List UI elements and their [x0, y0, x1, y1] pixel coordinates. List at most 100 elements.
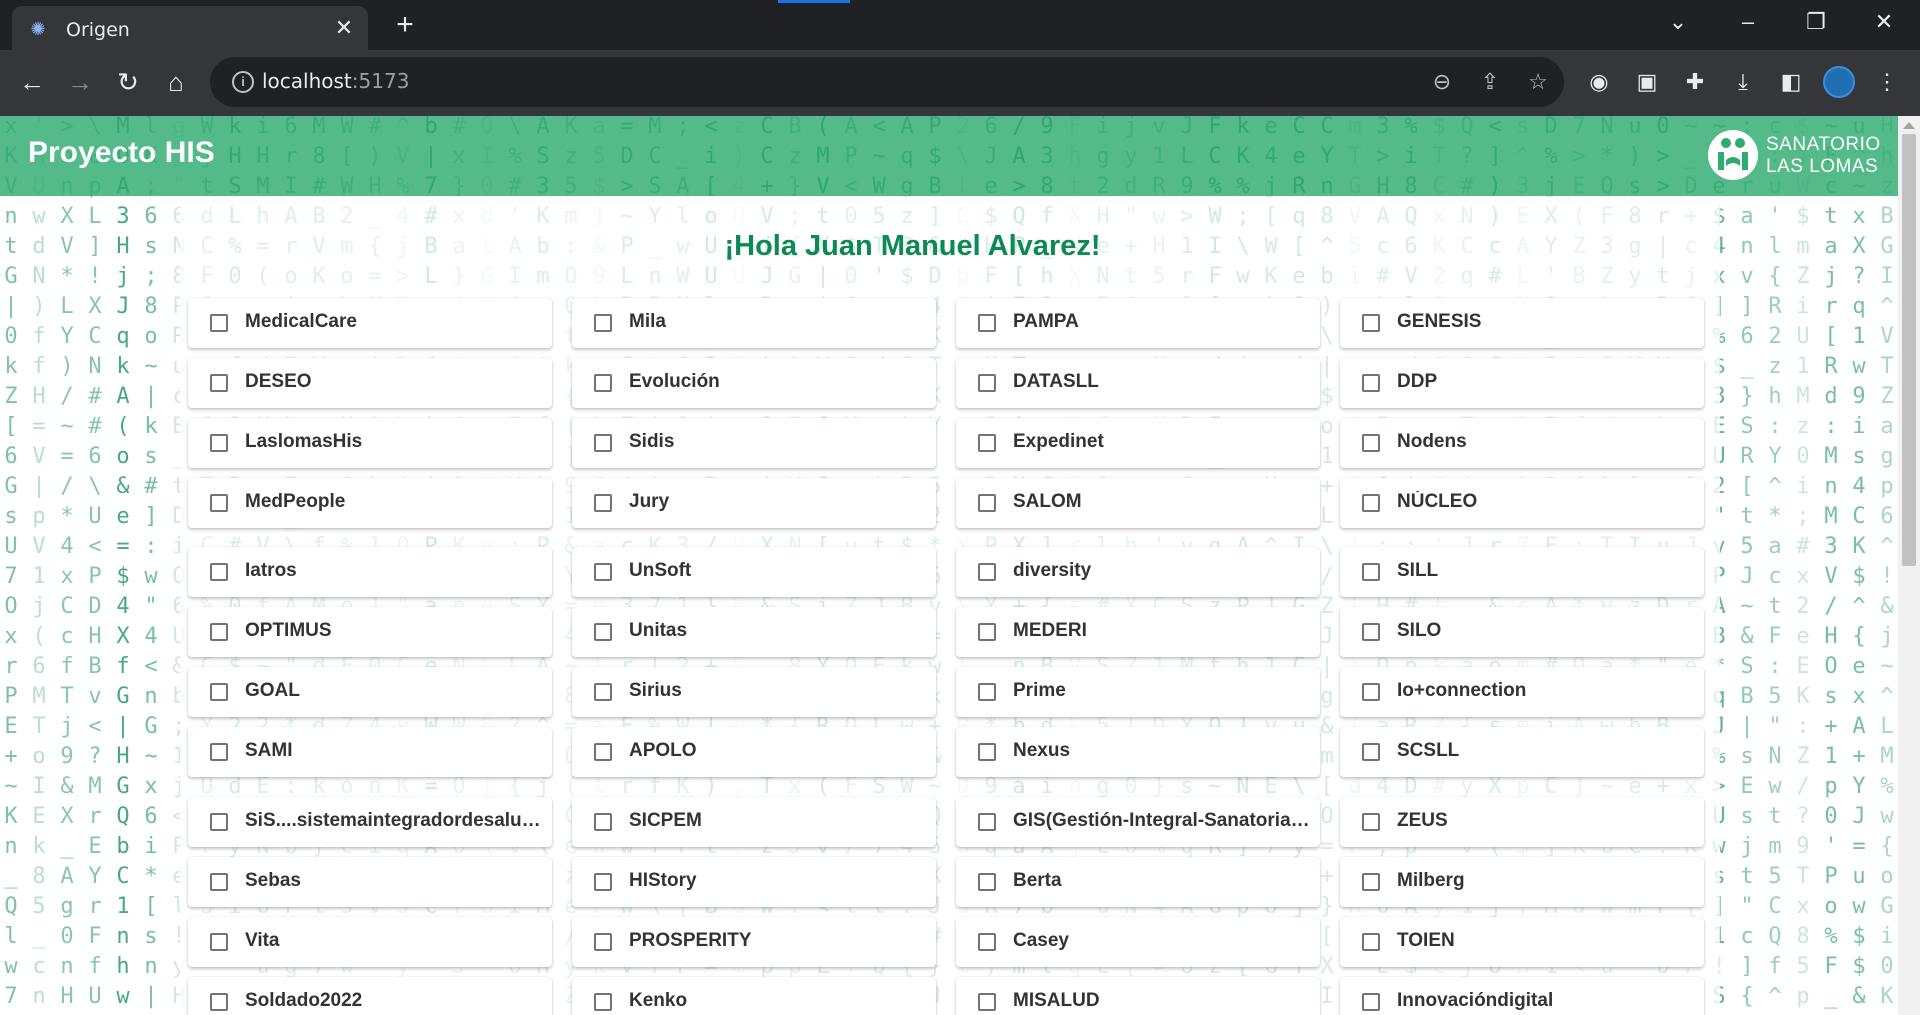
system-checkbox[interactable] [210, 494, 228, 512]
back-icon[interactable]: ← [16, 66, 48, 98]
system-checkbox[interactable] [210, 933, 228, 951]
system-checkbox[interactable] [594, 933, 612, 951]
system-option-card[interactable]: PROSPERITY [572, 917, 936, 967]
system-checkbox[interactable] [1362, 623, 1380, 641]
forward-icon[interactable]: → [64, 66, 96, 98]
system-checkbox[interactable] [1362, 813, 1380, 831]
system-checkbox[interactable] [594, 623, 612, 641]
system-option-card[interactable]: Io+connection [1340, 667, 1704, 717]
system-checkbox[interactable] [978, 933, 996, 951]
system-checkbox[interactable] [978, 683, 996, 701]
system-checkbox[interactable] [594, 374, 612, 392]
system-option-card[interactable]: GOAL [188, 667, 552, 717]
profile-avatar[interactable] [1823, 66, 1855, 98]
system-option-card[interactable]: SILO [1340, 607, 1704, 657]
system-option-card[interactable]: OPTIMUS [188, 607, 552, 657]
system-option-card[interactable]: Kenko [572, 977, 936, 1015]
system-checkbox[interactable] [1362, 743, 1380, 761]
restore-icon[interactable]: ❐ [1796, 8, 1836, 36]
system-option-card[interactable]: MedicalCare [188, 298, 552, 348]
system-checkbox[interactable] [978, 374, 996, 392]
system-option-card[interactable]: Mila [572, 298, 936, 348]
system-option-card[interactable]: PAMPA [956, 298, 1320, 348]
system-checkbox[interactable] [210, 743, 228, 761]
system-checkbox[interactable] [594, 434, 612, 452]
download-icon[interactable]: ⤓ [1728, 67, 1758, 97]
system-option-card[interactable]: DDP [1340, 358, 1704, 408]
system-checkbox[interactable] [1362, 873, 1380, 891]
system-checkbox[interactable] [210, 683, 228, 701]
system-checkbox[interactable] [210, 374, 228, 392]
system-option-card[interactable]: diversity [956, 547, 1320, 597]
tab-close-icon[interactable]: ✕ [332, 16, 356, 40]
system-checkbox[interactable] [210, 873, 228, 891]
system-checkbox[interactable] [978, 993, 996, 1011]
system-checkbox[interactable] [210, 434, 228, 452]
system-option-card[interactable]: MISALUD [956, 977, 1320, 1015]
reload-icon[interactable]: ↻ [112, 66, 144, 98]
system-checkbox[interactable] [1362, 434, 1380, 452]
system-checkbox[interactable] [594, 873, 612, 891]
system-checkbox[interactable] [594, 993, 612, 1011]
site-info-icon[interactable]: i [232, 71, 254, 93]
system-option-card[interactable]: Casey [956, 917, 1320, 967]
page-scrollbar[interactable] [1898, 116, 1920, 1015]
system-checkbox[interactable] [978, 813, 996, 831]
system-option-card[interactable]: Jury [572, 478, 936, 528]
minimize-icon[interactable]: – [1728, 8, 1768, 36]
system-option-card[interactable]: SALOM [956, 478, 1320, 528]
system-option-card[interactable]: Nexus [956, 727, 1320, 777]
cast-icon[interactable]: ▣ [1632, 67, 1662, 97]
scrollbar-thumb[interactable] [1902, 134, 1916, 566]
system-checkbox[interactable] [210, 993, 228, 1011]
system-checkbox[interactable] [978, 314, 996, 332]
system-option-card[interactable]: TOIEN [1340, 917, 1704, 967]
system-checkbox[interactable] [1362, 993, 1380, 1011]
system-option-card[interactable]: SICPEM [572, 797, 936, 847]
system-checkbox[interactable] [210, 813, 228, 831]
system-checkbox[interactable] [978, 873, 996, 891]
share-icon[interactable]: ⇪ [1476, 68, 1504, 96]
close-window-icon[interactable]: ✕ [1864, 8, 1904, 36]
system-option-card[interactable]: APOLO [572, 727, 936, 777]
system-checkbox[interactable] [1362, 933, 1380, 951]
system-checkbox[interactable] [1362, 494, 1380, 512]
system-checkbox[interactable] [978, 563, 996, 581]
bookmark-star-icon[interactable]: ☆ [1524, 68, 1552, 96]
browser-tab[interactable]: ✺ Origen ✕ [12, 6, 368, 50]
system-checkbox[interactable] [978, 743, 996, 761]
system-option-card[interactable]: MEDERI [956, 607, 1320, 657]
system-option-card[interactable]: SCSLL [1340, 727, 1704, 777]
system-option-card[interactable]: LaslomasHis [188, 418, 552, 468]
system-option-card[interactable]: HIStory [572, 857, 936, 907]
system-option-card[interactable]: MedPeople [188, 478, 552, 528]
system-checkbox[interactable] [594, 813, 612, 831]
system-option-card[interactable]: Unitas [572, 607, 936, 657]
url-text[interactable]: localhost:5173 [262, 69, 409, 93]
system-option-card[interactable]: Sirius [572, 667, 936, 717]
system-option-card[interactable]: Berta [956, 857, 1320, 907]
system-option-card[interactable]: SAMI [188, 727, 552, 777]
system-option-card[interactable]: SILL [1340, 547, 1704, 597]
system-option-card[interactable]: Vita [188, 917, 552, 967]
system-option-card[interactable]: Innovacióndigital [1340, 977, 1704, 1015]
system-option-card[interactable]: Iatros [188, 547, 552, 597]
system-option-card[interactable]: Nodens [1340, 418, 1704, 468]
tab-search-icon[interactable]: ⌄ [1658, 8, 1698, 36]
system-option-card[interactable]: DATASLL [956, 358, 1320, 408]
system-option-card[interactable]: Prime [956, 667, 1320, 717]
system-checkbox[interactable] [210, 314, 228, 332]
system-option-card[interactable]: SiS....sistemaintegradordesalud ... [188, 797, 552, 847]
system-option-card[interactable]: Sebas [188, 857, 552, 907]
system-checkbox[interactable] [1362, 374, 1380, 392]
system-checkbox[interactable] [594, 494, 612, 512]
menu-kebab-icon[interactable]: ⋮ [1872, 67, 1902, 97]
system-option-card[interactable]: Soldado2022 [188, 977, 552, 1015]
zoom-icon[interactable]: ⊖ [1428, 68, 1456, 96]
system-checkbox[interactable] [978, 623, 996, 641]
extension-icon[interactable]: ◉ [1584, 67, 1614, 97]
system-option-card[interactable]: ZEUS [1340, 797, 1704, 847]
system-checkbox[interactable] [978, 434, 996, 452]
scroll-up-arrow-icon[interactable] [1903, 122, 1915, 129]
system-option-card[interactable]: Expedinet [956, 418, 1320, 468]
